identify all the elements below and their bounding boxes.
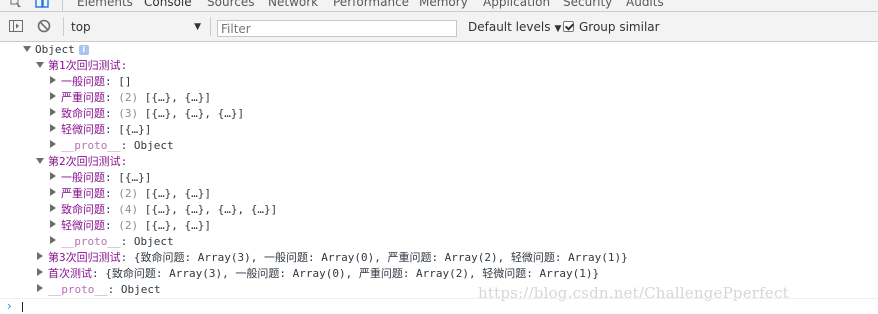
item-key: 严重问题 (61, 187, 105, 200)
group-similar-label: Group similar (579, 20, 660, 34)
tree-item[interactable]: 轻微问题: [{…}] (49, 122, 151, 138)
item-count: (2) (118, 91, 139, 104)
collapsed-arrow-icon[interactable] (50, 236, 56, 244)
proto-value: Object (133, 139, 174, 152)
item-count: (2) (118, 187, 139, 200)
tree-root-proto[interactable]: __proto__: Object (36, 282, 161, 298)
expand-arrow-icon[interactable] (36, 158, 44, 164)
tab-divider (62, 0, 63, 11)
proto-key: __proto__ (61, 235, 121, 248)
item-value: [{…}, {…}, {…}] (144, 107, 245, 120)
info-icon[interactable]: i (78, 45, 89, 55)
inspect-element-icon[interactable] (10, 0, 22, 9)
show-console-sidebar-icon[interactable] (8, 18, 24, 34)
group-label: 第3次回归测试 (48, 251, 121, 264)
collapsed-arrow-icon[interactable] (37, 268, 43, 276)
collapsed-arrow-icon[interactable] (50, 220, 56, 228)
tab-audits[interactable]: Audits (626, 0, 664, 11)
dropdown-arrow-icon: ▼ (554, 24, 562, 34)
tree-group-2[interactable]: 第2次回归测试: (36, 154, 127, 170)
expand-arrow-icon[interactable] (36, 62, 44, 68)
tree-item[interactable]: 严重问题: (2) [{…}, {…}] (49, 90, 211, 106)
item-key: 致命问题 (61, 203, 105, 216)
tree-item[interactable]: 轻微问题: (2) [{…}, {…}] (49, 218, 211, 234)
console-output: Object i 第1次回归测试: 一般问题: [] 严重问题: (2) [{…}… (0, 42, 878, 298)
item-value: [{…}] (118, 171, 152, 184)
group-similar-checkbox[interactable] (563, 21, 574, 32)
log-levels-label: Default levels (468, 20, 551, 34)
item-value: [{…}, {…}] (144, 219, 211, 232)
collapsed-arrow-icon[interactable] (50, 188, 56, 196)
collapsed-arrow-icon[interactable] (37, 252, 43, 260)
collapsed-arrow-icon[interactable] (37, 284, 43, 292)
tab-memory[interactable]: Memory (419, 0, 468, 11)
collapsed-arrow-icon[interactable] (50, 92, 56, 100)
item-key: 一般问题 (61, 171, 105, 184)
expand-arrow-icon[interactable] (23, 46, 31, 52)
tab-security[interactable]: Security (563, 0, 612, 11)
log-levels-dropdown[interactable]: Default levels ▼ (468, 19, 561, 38)
tab-console[interactable]: Console (144, 0, 192, 11)
tree-item[interactable]: 严重问题: (2) [{…}, {…}] (49, 186, 211, 202)
filter-input[interactable] (217, 20, 457, 37)
proto-value: Object (133, 235, 174, 248)
tree-group-1[interactable]: 第1次回归测试: (36, 58, 127, 74)
tree-item[interactable]: 致命问题: (4) [{…}, {…}, {…}, {…}] (49, 202, 277, 218)
group-preview: {致命问题: Array(3), 一般问题: Array(0), 严重问题: A… (105, 267, 600, 280)
tab-network[interactable]: Network (268, 0, 318, 11)
tab-performance[interactable]: Performance (333, 0, 409, 11)
proto-key: __proto__ (48, 283, 108, 296)
item-key: 严重问题 (61, 91, 105, 104)
group-label: 首次测试 (48, 267, 92, 280)
console-prompt[interactable]: › (0, 298, 878, 314)
item-key: 轻微问题 (61, 219, 105, 232)
tab-sources[interactable]: Sources (207, 0, 254, 11)
tree-group-first[interactable]: 首次测试: {致命问题: Array(3), 一般问题: Array(0), 严… (36, 266, 599, 282)
tree-group-3[interactable]: 第3次回归测试: {致命问题: Array(3), 一般问题: Array(0)… (36, 250, 628, 266)
item-value: [{…}, {…}] (144, 187, 211, 200)
text-caret (22, 302, 23, 312)
item-count: (2) (118, 219, 139, 232)
item-key: 致命问题 (61, 107, 105, 120)
dropdown-arrow-icon: ▼ (194, 22, 201, 32)
collapsed-arrow-icon[interactable] (50, 172, 56, 180)
device-toolbar-icon[interactable] (35, 0, 49, 9)
group-label: 第2次回归测试: (48, 155, 128, 168)
collapsed-arrow-icon[interactable] (50, 204, 56, 212)
item-value: [{…}, {…}] (144, 91, 211, 104)
tree-proto[interactable]: __proto__: Object (49, 138, 174, 154)
item-value: [{…}] (118, 123, 152, 136)
group-similar-toggle[interactable]: Group similar (563, 19, 660, 36)
item-key: 轻微问题 (61, 123, 105, 136)
devtools-tab-bar: Elements Console Sources Network Perform… (0, 0, 878, 12)
collapsed-arrow-icon[interactable] (50, 76, 56, 84)
group-label: 第1次回归测试: (48, 59, 128, 72)
item-key: 一般问题 (61, 75, 105, 88)
clear-console-icon[interactable] (36, 18, 52, 34)
item-value: [{…}, {…}, {…}, {…}] (144, 203, 278, 216)
item-value: [] (118, 75, 132, 88)
tab-elements[interactable]: Elements (77, 0, 133, 11)
tab-application[interactable]: Application (483, 0, 550, 11)
collapsed-arrow-icon[interactable] (50, 140, 56, 148)
tree-item[interactable]: 一般问题: [{…}] (49, 170, 151, 186)
group-preview: {致命问题: Array(3), 一般问题: Array(0), 严重问题: A… (133, 251, 628, 264)
object-label: Object (35, 43, 75, 56)
collapsed-arrow-icon[interactable] (50, 124, 56, 132)
tree-root-object[interactable]: Object i (23, 42, 89, 58)
proto-key: __proto__ (61, 139, 121, 152)
collapsed-arrow-icon[interactable] (50, 108, 56, 116)
tree-item[interactable]: 致命问题: (3) [{…}, {…}, {…}] (49, 106, 244, 122)
tree-proto[interactable]: __proto__: Object (49, 234, 174, 250)
proto-value: Object (120, 283, 161, 296)
tree-item[interactable]: 一般问题: [] (49, 74, 132, 90)
item-count: (4) (118, 203, 139, 216)
context-selector[interactable]: top ▼ (71, 19, 203, 36)
toolbar-divider (63, 17, 64, 36)
toolbar-divider (210, 17, 211, 36)
item-count: (3) (118, 107, 139, 120)
context-selector-value: top (71, 20, 91, 34)
prompt-chevron-icon: › (7, 299, 12, 313)
